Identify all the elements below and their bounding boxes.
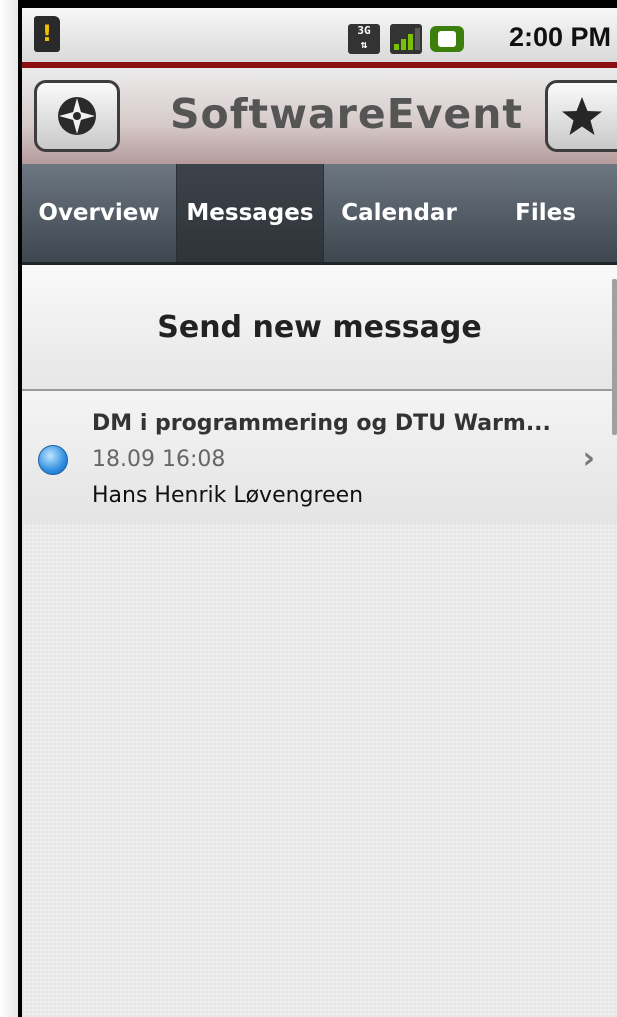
message-list-item[interactable]: DM i programmering og DTU Warm... 18.09 …	[22, 391, 617, 523]
tab-files-label: Files	[515, 200, 576, 226]
tab-messages[interactable]: Messages	[176, 164, 324, 262]
page-shadow	[0, 0, 18, 1017]
unread-indicator-icon	[38, 445, 68, 475]
messages-panel[interactable]: Send new message DM i programmering og D…	[22, 265, 617, 1017]
battery-charging-icon	[430, 26, 464, 52]
app-title-bar: SoftwareEvent	[22, 68, 617, 164]
tab-messages-label: Messages	[186, 200, 314, 226]
send-new-message-button[interactable]: Send new message	[22, 265, 617, 391]
compass-icon	[58, 97, 96, 135]
status-bar: ! 3G ⇅ 2:00 PM	[22, 8, 617, 64]
chevron-right-icon: ›	[582, 441, 595, 476]
message-subject: DM i programmering og DTU Warm...	[92, 411, 551, 436]
scrollbar[interactable]	[612, 279, 617, 435]
message-sender: Hans Henrik Løvengreen	[92, 483, 364, 508]
3g-icon: 3G ⇅	[348, 24, 380, 54]
tab-calendar-label: Calendar	[341, 200, 457, 226]
tab-files[interactable]: Files	[474, 164, 617, 262]
sd-card-warning-icon: !	[34, 16, 60, 52]
star-icon	[562, 97, 602, 135]
status-time: 2:00 PM	[508, 22, 611, 52]
tab-overview[interactable]: Overview	[22, 164, 176, 262]
tab-bar: Overview Messages Calendar Files	[22, 164, 617, 265]
app-title: SoftwareEvent	[170, 90, 524, 138]
compass-button[interactable]	[34, 80, 120, 152]
message-date: 18.09 16:08	[92, 447, 226, 472]
network-label: 3G	[357, 24, 371, 37]
phone-screen: ! 3G ⇅ 2:00 PM SoftwareEvent Overview Me…	[18, 0, 617, 1017]
tab-overview-label: Overview	[38, 200, 160, 226]
signal-icon	[390, 24, 422, 54]
favorite-button[interactable]	[545, 80, 617, 152]
tab-calendar[interactable]: Calendar	[324, 164, 474, 262]
